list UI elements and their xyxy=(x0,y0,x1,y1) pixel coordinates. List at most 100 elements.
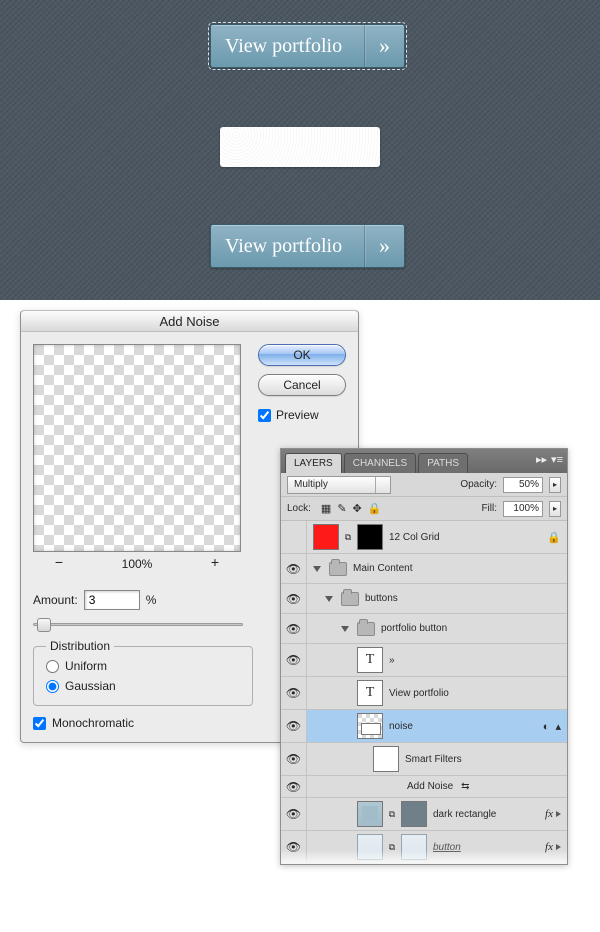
lock-transparency-icon[interactable]: ▦ xyxy=(321,502,331,515)
visibility-toggle[interactable] xyxy=(281,521,307,553)
layer-row-add-noise-filter[interactable]: 👁 Add Noise ⇆ xyxy=(281,776,567,798)
slider-track xyxy=(33,623,243,626)
panel-menu-icon[interactable]: ▾≡ xyxy=(551,453,563,466)
preview-checkbox[interactable] xyxy=(258,409,271,422)
fx-label: fx xyxy=(545,808,553,820)
folder-icon xyxy=(357,622,375,636)
visibility-toggle[interactable]: 👁 xyxy=(281,710,307,742)
blend-mode-value: Multiply xyxy=(294,479,328,490)
slider-thumb[interactable] xyxy=(37,618,51,632)
twisty-icon[interactable] xyxy=(325,596,333,602)
layers-panel: LAYERS CHANNELS PATHS ▸▸ ▾≡ Multiply ▲▼ … xyxy=(280,448,568,865)
twisty-icon[interactable] xyxy=(341,626,349,632)
layer-row-buttons[interactable]: 👁 buttons xyxy=(281,584,567,614)
vector-mask-thumb xyxy=(401,801,427,827)
mask-link-icon: ⧉ xyxy=(389,809,395,819)
fx-label: fx xyxy=(545,841,553,853)
layer-label: » xyxy=(389,655,395,666)
layer-row-chevron[interactable]: 👁 T » xyxy=(281,644,567,677)
zoom-level: 100% xyxy=(122,557,153,571)
visibility-toggle[interactable]: 👁 xyxy=(281,831,307,863)
layer-thumb xyxy=(357,801,383,827)
layer-label: portfolio button xyxy=(381,623,447,634)
opacity-stepper[interactable]: ▸ xyxy=(549,477,561,493)
fx-twisty-icon[interactable] xyxy=(556,844,561,850)
layer-label: Smart Filters xyxy=(405,754,462,765)
button-divider xyxy=(364,25,365,67)
lock-icon: 🔒 xyxy=(547,531,561,544)
fill-input[interactable]: 100% xyxy=(503,501,543,517)
layer-row-portfolio-button[interactable]: 👁 portfolio button xyxy=(281,614,567,644)
ok-button[interactable]: OK xyxy=(258,344,346,366)
visibility-toggle[interactable]: 👁 xyxy=(281,644,307,676)
tab-layers[interactable]: LAYERS xyxy=(285,453,342,473)
uniform-label: Uniform xyxy=(65,659,107,673)
gaussian-option[interactable]: Gaussian xyxy=(46,679,240,693)
layer-label: dark rectangle xyxy=(433,809,496,820)
layer-row-button-shape[interactable]: 👁 ⧉ button fx xyxy=(281,831,567,864)
layer-row-grid[interactable]: ⧉ 12 Col Grid 🔒 xyxy=(281,521,567,554)
visibility-toggle[interactable]: 👁 xyxy=(281,743,307,775)
lock-all-icon[interactable]: 🔒 xyxy=(368,502,382,515)
blend-mode-select[interactable]: Multiply ▲▼ xyxy=(287,476,391,494)
vector-mask-thumb xyxy=(401,834,427,860)
layer-row-view-portfolio[interactable]: 👁 T View portfolio xyxy=(281,677,567,710)
gaussian-radio[interactable] xyxy=(46,680,59,693)
preview-label: Preview xyxy=(276,408,319,422)
layer-label: Main Content xyxy=(353,563,412,574)
visibility-toggle[interactable]: 👁 xyxy=(281,554,307,583)
layer-label: buttons xyxy=(365,593,398,604)
opacity-input[interactable]: 50% xyxy=(503,477,543,493)
visibility-toggle[interactable]: 👁 xyxy=(281,584,307,613)
fx-twisty-icon[interactable] xyxy=(556,811,561,817)
mask-link-icon: ⧉ xyxy=(345,532,351,542)
distribution-fieldset: Distribution Uniform Gaussian xyxy=(33,646,253,706)
button-divider xyxy=(364,225,365,267)
visibility-toggle[interactable]: 👁 xyxy=(281,614,307,643)
layer-row-noise[interactable]: 👁 noise ◐ ▴ xyxy=(281,710,567,743)
zoom-in-button[interactable]: + xyxy=(207,556,223,572)
fill-label: Fill: xyxy=(481,503,497,514)
filter-settings-icon[interactable]: ⇆ xyxy=(461,781,469,792)
uniform-option[interactable]: Uniform xyxy=(46,659,240,673)
gaussian-label: Gaussian xyxy=(65,679,116,693)
lock-position-icon[interactable]: ✥ xyxy=(353,502,362,515)
twisty-icon[interactable] xyxy=(313,566,321,572)
layer-row-dark-rectangle[interactable]: 👁 ⧉ dark rectangle fx xyxy=(281,798,567,831)
layer-thumb xyxy=(313,524,339,550)
preview-checkbox-row[interactable]: Preview xyxy=(258,408,346,422)
zoom-out-button[interactable]: − xyxy=(51,556,67,572)
amount-input[interactable] xyxy=(84,590,140,610)
layer-thumb xyxy=(357,834,383,860)
monochromatic-label: Monochromatic xyxy=(52,716,134,730)
layer-label: Add Noise xyxy=(407,781,453,792)
noise-texture-block xyxy=(220,127,380,167)
uniform-radio[interactable] xyxy=(46,660,59,673)
visibility-toggle[interactable]: 👁 xyxy=(281,677,307,709)
visibility-toggle[interactable]: 👁 xyxy=(281,776,307,797)
panel-tabs: LAYERS CHANNELS PATHS ▸▸ ▾≡ xyxy=(281,449,567,473)
layer-row-main-content[interactable]: 👁 Main Content xyxy=(281,554,567,584)
amount-label: Amount: xyxy=(33,593,78,607)
portfolio-button[interactable]: View portfolio » xyxy=(210,224,405,268)
distribution-legend: Distribution xyxy=(46,639,114,653)
tab-channels[interactable]: CHANNELS xyxy=(344,453,416,473)
amount-slider[interactable] xyxy=(33,616,243,632)
visibility-toggle[interactable]: 👁 xyxy=(281,798,307,830)
portfolio-button-label: View portfolio xyxy=(225,35,342,58)
monochromatic-checkbox[interactable] xyxy=(33,717,46,730)
text-layer-thumb: T xyxy=(357,647,383,673)
layer-row-smart-filters[interactable]: 👁 Smart Filters xyxy=(281,743,567,776)
fill-stepper[interactable]: ▸ xyxy=(549,501,561,517)
lock-paint-icon[interactable]: ✎ xyxy=(337,502,346,515)
tab-paths[interactable]: PATHS xyxy=(418,453,468,473)
lock-label: Lock: xyxy=(287,503,311,514)
portfolio-button-selected[interactable]: View portfolio » xyxy=(210,24,405,68)
collapse-icon[interactable]: ▸▸ xyxy=(536,453,547,466)
opacity-label: Opacity: xyxy=(460,479,497,490)
folder-icon xyxy=(341,592,359,606)
layer-label: View portfolio xyxy=(389,688,449,699)
filter-mask-thumb xyxy=(373,746,399,772)
cancel-button[interactable]: Cancel xyxy=(258,374,346,396)
smart-filter-twisty-icon[interactable]: ▴ xyxy=(555,721,561,733)
